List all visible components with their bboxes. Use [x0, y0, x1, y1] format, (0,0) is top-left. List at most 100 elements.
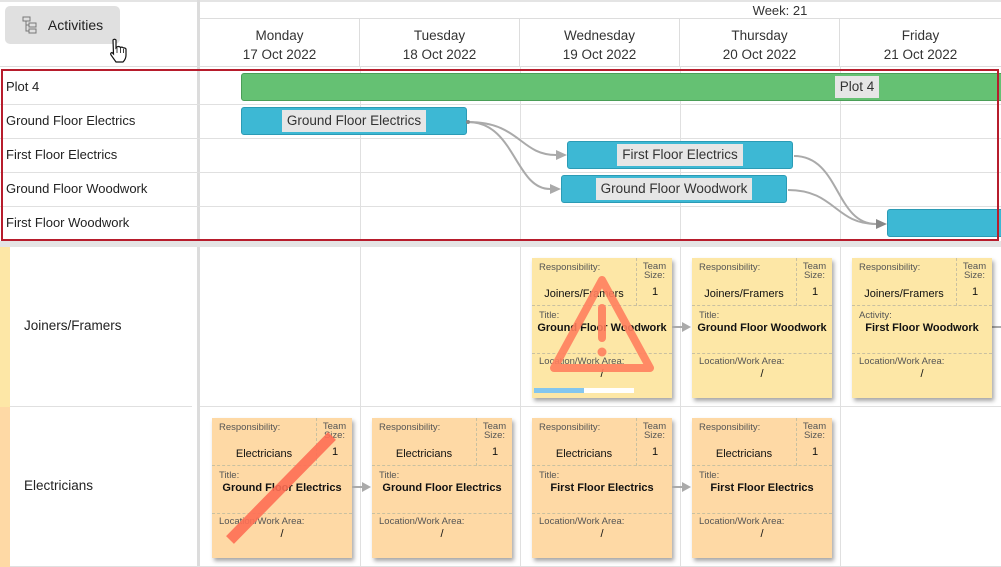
- arrowhead-icon: [876, 219, 887, 229]
- gantt-bar-first-floor-electrics[interactable]: First Floor Electrics: [567, 141, 793, 169]
- activities-label: Activities: [47, 17, 104, 33]
- day-name: Friday: [901, 28, 940, 43]
- title-label: Title:: [699, 470, 720, 481]
- gantt-tree-icon: [22, 16, 37, 34]
- responsibility-label: Responsibility:: [859, 262, 921, 273]
- task-card[interactable]: Responsibility: Team Size: 1 Joiners/Fram…: [532, 258, 672, 398]
- arrow-right-icon: [672, 322, 691, 332]
- location-label: Location/Work Area:: [699, 356, 785, 367]
- resource-joiners-framers[interactable]: Joiners/Framers: [24, 318, 122, 333]
- arrowhead-icon: [550, 184, 561, 194]
- responsibility-label: Responsibility:: [539, 422, 601, 433]
- team-size-value: 1: [971, 286, 979, 298]
- day-name: Monday: [255, 28, 304, 43]
- task-card[interactable]: Responsibility: Team Size: 1 Electricians…: [692, 418, 832, 558]
- gantt-row-first-floor-electrics[interactable]: First Floor Electrics: [6, 138, 117, 172]
- team-size-label: Team Size:: [802, 421, 827, 441]
- day-date: 17 Oct 2022: [242, 47, 317, 62]
- location-label: Location/Work Area:: [699, 516, 785, 527]
- gantt-row-ground-floor-electrics[interactable]: Ground Floor Electrics: [6, 104, 135, 138]
- strikethrough-icon: [226, 432, 336, 544]
- title-value: Ground Floor Woodwork: [697, 322, 827, 334]
- location-label: Location/Work Area:: [539, 516, 625, 527]
- team-size-value: 1: [651, 446, 659, 458]
- day-date: 21 Oct 2022: [883, 47, 958, 62]
- team-size-cell: Team Size: 1: [956, 258, 992, 306]
- team-size-value: 1: [811, 286, 819, 298]
- team-size-label: Team Size:: [962, 261, 987, 281]
- day-header-tuesday: Tuesday 18 Oct 2022: [360, 19, 520, 66]
- arrow-right-icon: [352, 482, 371, 492]
- day-name: Tuesday: [413, 28, 466, 43]
- resource-color-strip: [0, 407, 10, 567]
- dependency-link: [793, 155, 877, 225]
- hand-cursor-icon: [110, 38, 127, 63]
- title-value: First Floor Electrics: [550, 482, 654, 494]
- gantt-row-first-floor-woodwork[interactable]: First Floor Woodwork: [6, 206, 129, 240]
- team-size-value: 1: [491, 446, 499, 458]
- location-value: /: [920, 368, 924, 380]
- day-date: 19 Oct 2022: [562, 47, 637, 62]
- responsibility-label: Responsibility:: [699, 422, 761, 433]
- location-value: /: [440, 528, 444, 540]
- task-card[interactable]: Responsibility: Team Size: 1 Joiners/Fram…: [852, 258, 992, 398]
- grid-line: [200, 406, 1001, 407]
- team-size-label: Team Size:: [802, 261, 827, 281]
- gantt-bar-first-floor-woodwork[interactable]: [887, 209, 1001, 237]
- arrow-right-icon: [992, 326, 1001, 328]
- task-card[interactable]: Responsibility: Team Size: 1 Electricians…: [532, 418, 672, 558]
- bar-label: Ground Floor Woodwork: [595, 178, 753, 200]
- location-value: /: [600, 528, 604, 540]
- title-value: First Floor Woodwork: [865, 322, 979, 334]
- title-label: Title:: [539, 470, 560, 481]
- dependency-link: [467, 121, 551, 190]
- grid-line: [520, 247, 521, 567]
- team-size-cell: Team Size: 1: [796, 258, 832, 306]
- bar-label: Plot 4: [834, 76, 880, 98]
- day-date: 20 Oct 2022: [722, 47, 797, 62]
- panel-splitter[interactable]: [197, 0, 200, 567]
- responsibility-value: Electricians: [555, 448, 613, 460]
- grid-line: [0, 138, 1001, 139]
- grid-line: [0, 66, 1001, 67]
- day-header-friday: Friday 21 Oct 2022: [840, 19, 1001, 66]
- resource-color-strip: [0, 247, 10, 407]
- activities-button[interactable]: Activities: [5, 6, 120, 44]
- day-date: 18 Oct 2022: [402, 47, 477, 62]
- dependency-link: [787, 189, 877, 225]
- responsibility-value: Joiners/Framers: [864, 288, 944, 300]
- day-header-wednesday: Wednesday 19 Oct 2022: [520, 19, 680, 66]
- location-value: /: [760, 528, 764, 540]
- responsibility-value: Electricians: [395, 448, 453, 460]
- title-label: Title:: [379, 470, 400, 481]
- task-card[interactable]: Responsibility: Team Size: 1 Joiners/Fram…: [692, 258, 832, 398]
- section-splitter[interactable]: [0, 241, 1001, 247]
- day-header-monday: Monday 17 Oct 2022: [200, 19, 360, 66]
- resource-electricians[interactable]: Electricians: [24, 478, 93, 493]
- gantt-bar-plot-4[interactable]: Plot 4: [241, 73, 1001, 101]
- title-label: Title:: [699, 310, 720, 321]
- responsibility-label: Responsibility:: [379, 422, 441, 433]
- arrowhead-icon: [556, 150, 567, 160]
- team-size-cell: Team Size: 1: [796, 418, 832, 466]
- week-header: Week: 21: [200, 0, 1001, 19]
- gantt-row-plot-4[interactable]: Plot 4: [6, 70, 39, 104]
- team-size-label: Team Size:: [642, 421, 667, 441]
- gantt-bar-ground-floor-electrics[interactable]: Ground Floor Electrics: [241, 107, 467, 135]
- responsibility-value: Electricians: [715, 448, 773, 460]
- gantt-row-ground-floor-woodwork[interactable]: Ground Floor Woodwork: [6, 172, 147, 206]
- progress-fill: [534, 388, 584, 393]
- task-card[interactable]: Responsibility: Team Size: 1 Electricians…: [372, 418, 512, 558]
- team-size-label: Team Size:: [482, 421, 507, 441]
- task-card[interactable]: Responsibility: Team Size: 1 Electricians…: [212, 418, 352, 558]
- warning-icon: [550, 276, 654, 372]
- grid-line: [840, 247, 841, 567]
- day-name: Thursday: [731, 28, 788, 43]
- grid-line: [10, 406, 192, 407]
- team-size-value: 1: [811, 446, 819, 458]
- responsibility-label: Responsibility:: [699, 262, 761, 273]
- gantt-bar-ground-floor-woodwork[interactable]: Ground Floor Woodwork: [561, 175, 787, 203]
- location-label: Location/Work Area:: [379, 516, 465, 527]
- arrow-right-icon: [672, 482, 691, 492]
- grid-line: [360, 247, 361, 567]
